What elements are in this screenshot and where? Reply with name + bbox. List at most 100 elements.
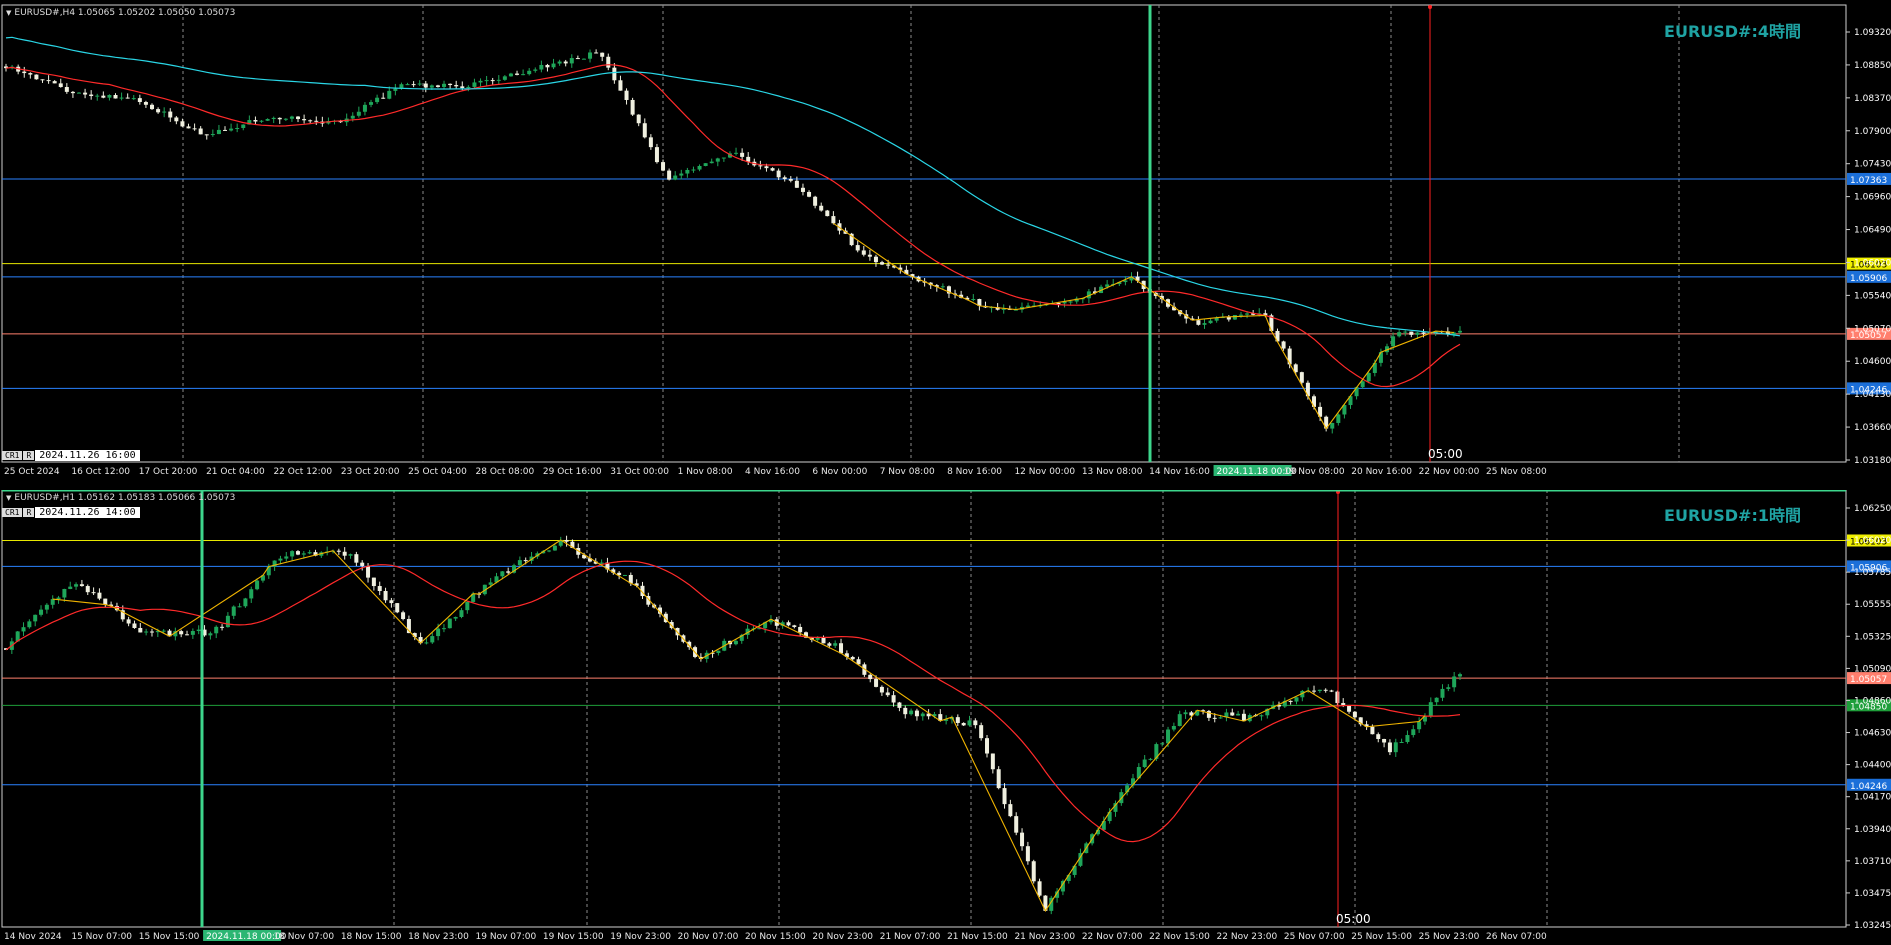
collapse-triangle-icon[interactable]: ▼ bbox=[6, 494, 11, 502]
h4-candle-body bbox=[28, 73, 33, 75]
h1-candle-body bbox=[290, 551, 295, 557]
h1-price-tick-label: 1.05785 bbox=[1854, 568, 1891, 578]
h4-candle-body bbox=[429, 85, 434, 88]
h1-candle-body bbox=[868, 674, 873, 680]
h1-candle-body bbox=[1008, 804, 1013, 817]
h4-candle-body bbox=[375, 97, 380, 103]
h1-candle-body bbox=[716, 650, 721, 654]
h4-candle-body bbox=[867, 254, 872, 257]
h4-level-label: 1.05906 bbox=[1850, 274, 1887, 284]
h4-candle-body bbox=[472, 82, 477, 87]
h4-ma-fast-line bbox=[5, 64, 1461, 388]
h4-time-tick-label: 21 Oct 04:00 bbox=[206, 467, 265, 477]
h4-candle-body bbox=[1232, 314, 1237, 320]
h1-candle-body bbox=[132, 623, 137, 629]
h1-candle-body bbox=[190, 631, 195, 635]
h4-time-tick-label: 25 Nov 08:00 bbox=[1486, 467, 1547, 477]
h1-price-tick-label: 1.04170 bbox=[1854, 793, 1891, 803]
h4-candle-body bbox=[484, 80, 489, 82]
h1-candle-body bbox=[1212, 717, 1217, 719]
h4-time-tick-label: 23 Oct 20:00 bbox=[341, 467, 400, 477]
h1-price-tick-label: 1.04630 bbox=[1854, 729, 1891, 739]
h4-candle-body bbox=[1397, 332, 1402, 337]
h4-candle-body bbox=[223, 129, 228, 131]
h4-time-tick-label: 22 Nov 00:00 bbox=[1419, 467, 1480, 477]
h4-candle-body bbox=[594, 52, 599, 54]
h1-candle-body bbox=[827, 643, 832, 646]
h1-time-tick-label: 20 Nov 07:00 bbox=[678, 932, 739, 942]
h4-chart-pane[interactable]: 1.07363 1.06103 1.05906 1.05057 1.04246 1.093… bbox=[0, 0, 1891, 490]
h1-ma-fast-line bbox=[5, 560, 1461, 843]
h4-candle-body bbox=[527, 70, 532, 75]
h1-chart-svg[interactable]: 1.061031.059061.050571.048501.042461.062… bbox=[0, 490, 1891, 945]
h1-candle-body bbox=[850, 657, 855, 660]
h4-time-tick-label: 1 Nov 08:00 bbox=[678, 467, 733, 477]
h1-candle-body bbox=[44, 604, 49, 610]
h1-candle-body bbox=[220, 626, 225, 628]
h4-candle-body bbox=[186, 126, 191, 129]
h1-candle-body bbox=[996, 769, 1001, 789]
h1-level-label: 1.05057 bbox=[1850, 675, 1887, 685]
h1-candle-body bbox=[395, 603, 400, 613]
h4-cursor-handle bbox=[1428, 5, 1432, 9]
h1-candle-body bbox=[208, 633, 213, 636]
h1-candle-body bbox=[1446, 687, 1451, 689]
h4-candle-body bbox=[770, 168, 775, 171]
h4-candle-body bbox=[861, 250, 866, 255]
h1-candle-body bbox=[973, 720, 978, 726]
h1-candle-body bbox=[821, 637, 826, 644]
h1-candle-body bbox=[27, 621, 32, 628]
h1-candle-body bbox=[1323, 689, 1328, 691]
h1-time-tick-label: 22 Nov 23:00 bbox=[1217, 932, 1278, 942]
h4-candle-body bbox=[886, 264, 891, 266]
h4-candle-body bbox=[642, 123, 647, 138]
h1-candle-body bbox=[1317, 689, 1322, 692]
h4-candle-body bbox=[448, 83, 453, 86]
h4-candle-body bbox=[533, 69, 538, 71]
collapse-triangle-icon[interactable]: ▼ bbox=[6, 9, 11, 17]
h1-candle-body bbox=[1148, 758, 1153, 760]
h4-candle-body bbox=[442, 83, 447, 87]
h4-candle-body bbox=[277, 117, 282, 120]
h1-candle-body bbox=[249, 589, 254, 599]
h1-candle-body bbox=[517, 560, 522, 566]
h4-candle-body bbox=[143, 102, 148, 105]
h1-candle-body bbox=[459, 610, 464, 617]
h4-candle-body bbox=[162, 111, 167, 113]
h4-candle-body bbox=[229, 128, 234, 131]
h4-chart-svg[interactable]: 1.073631.061031.059061.050571.042461.093… bbox=[0, 0, 1891, 490]
h4-candle-body bbox=[40, 79, 45, 81]
h1-candle-body bbox=[196, 629, 201, 632]
h4-candle-body bbox=[764, 166, 769, 169]
h1-candle-body bbox=[243, 598, 248, 607]
h4-candle-body bbox=[52, 81, 57, 84]
h1-price-tick-label: 1.03245 bbox=[1854, 921, 1891, 931]
h1-candle-body bbox=[371, 577, 376, 587]
h1-candle-body bbox=[1393, 742, 1398, 753]
h1-candle-body bbox=[68, 586, 73, 589]
h4-time-tick-label: 29 Oct 16:00 bbox=[543, 467, 602, 477]
h1-candle-body bbox=[798, 626, 803, 633]
h1-candle-body bbox=[897, 702, 902, 708]
h4-candle-body bbox=[1458, 330, 1462, 333]
h1-time-tick-label: 25 Nov 23:00 bbox=[1419, 932, 1480, 942]
h1-candle-body bbox=[1428, 702, 1433, 716]
h4-candle-body bbox=[551, 63, 556, 68]
h4-candle-body bbox=[575, 58, 580, 60]
h1-candle-body bbox=[564, 539, 569, 542]
h4-candle-body bbox=[807, 191, 812, 197]
h1-candle-body bbox=[354, 554, 359, 563]
h4-candle-body bbox=[563, 61, 568, 64]
h1-candle-body bbox=[103, 598, 108, 605]
h1-candle-body bbox=[733, 640, 738, 645]
h1-time-tick-label: 18 Nov 07:00 bbox=[273, 932, 334, 942]
h4-candle-body bbox=[1299, 372, 1304, 383]
h1-candle-body bbox=[979, 725, 984, 739]
h1-chart-pane[interactable]: 1.06103 1.05906 1.05057 1.04850 1.04246 1.062… bbox=[0, 490, 1891, 945]
h4-time-tick-label: 19 Nov 08:00 bbox=[1284, 467, 1345, 477]
h1-candle-body bbox=[1399, 741, 1404, 743]
h1-candle-body bbox=[307, 552, 312, 554]
h1-candle-body bbox=[336, 550, 341, 552]
h1-time-tick-label: 18 Nov 15:00 bbox=[341, 932, 402, 942]
h4-candle-body bbox=[58, 83, 63, 88]
